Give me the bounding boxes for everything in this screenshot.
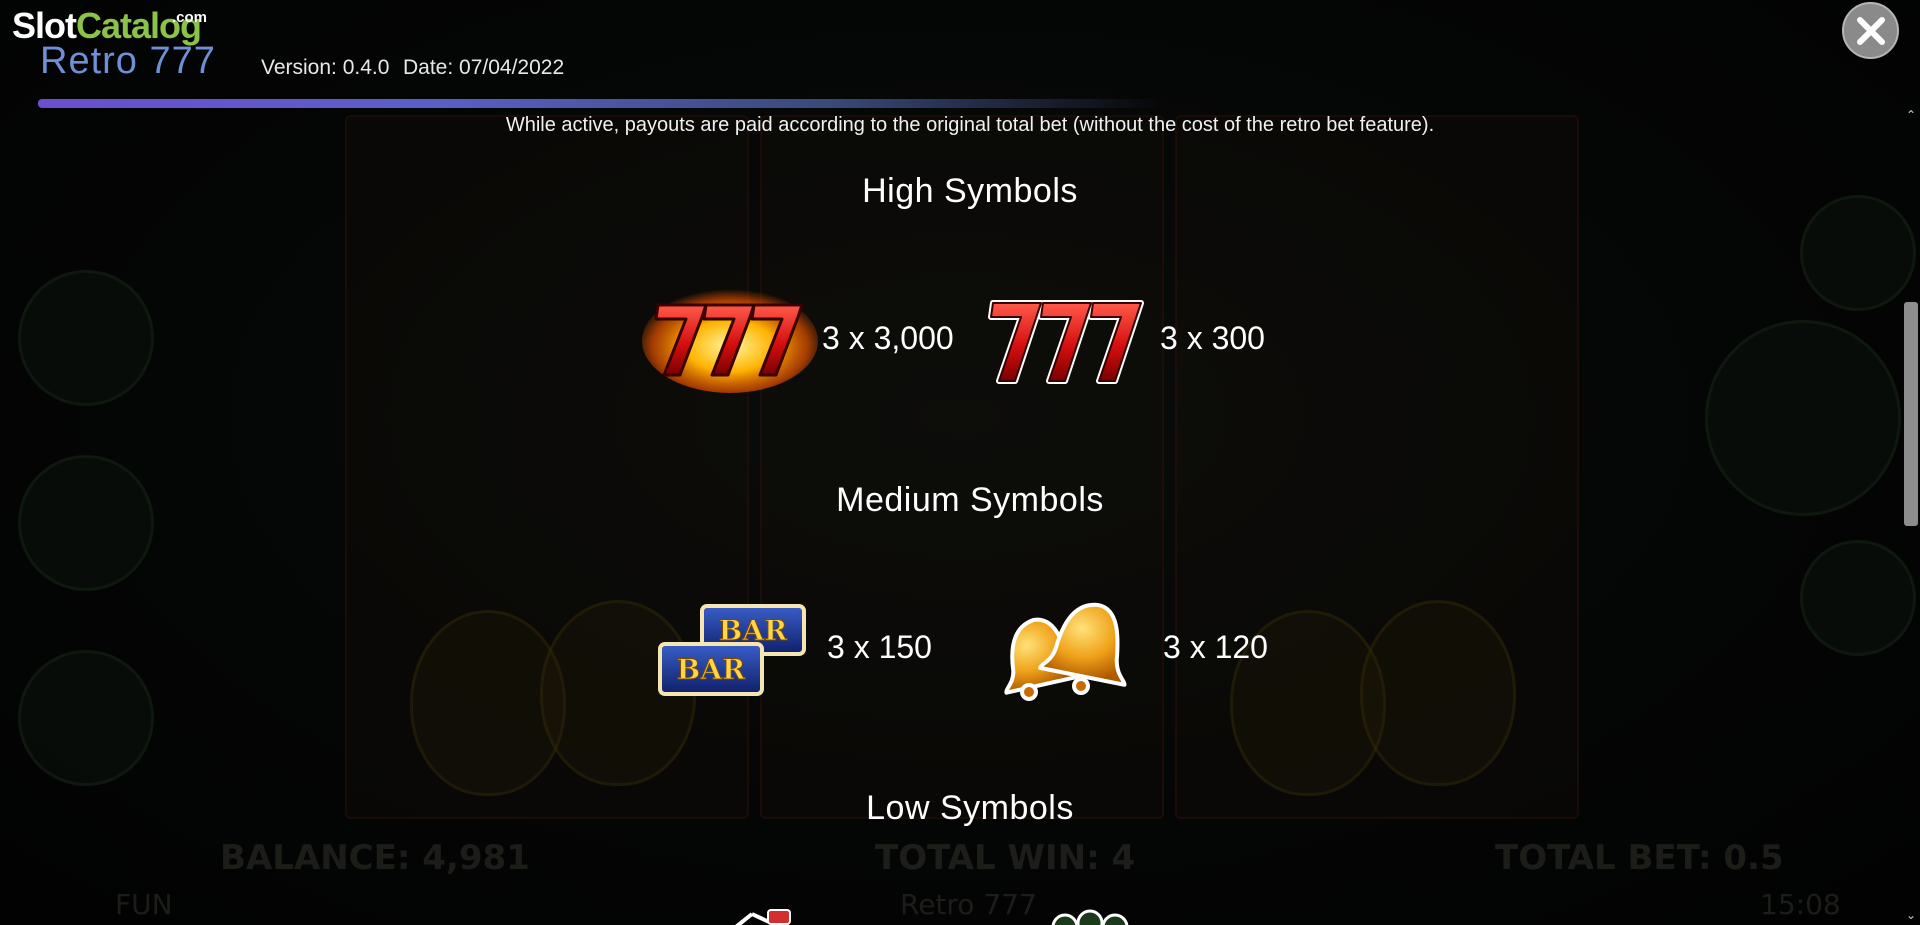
close-button[interactable]	[1842, 2, 1899, 59]
background-clock: 15:08	[1760, 888, 1841, 921]
game-title: Retro 777	[40, 40, 216, 82]
background-reel-center	[760, 115, 1164, 819]
background-total-bet: TOTAL BET: 0.5	[1495, 838, 1784, 878]
retro-bet-note: While active, payouts are paid according…	[505, 114, 1435, 136]
logo-com-text: .com	[172, 9, 208, 26]
red-777-payout: 3 x 300	[1160, 320, 1265, 356]
date-label: Date: 07/04/2022	[403, 56, 565, 79]
low-symbols-title: Low Symbols	[866, 789, 1074, 827]
close-icon	[1856, 16, 1885, 45]
svg-text:BAR: BAR	[677, 653, 746, 686]
medium-symbols-title: Medium Symbols	[836, 481, 1104, 519]
background-lemon	[1360, 600, 1516, 786]
double-bar-payout: 3 x 150	[827, 629, 932, 665]
scroll-down-arrow-icon[interactable]: ⌄	[1903, 908, 1919, 922]
double-bar-icon: BAR BAR	[656, 602, 808, 698]
background-total-win: TOTAL WIN: 4	[875, 838, 1136, 878]
bells-icon	[993, 598, 1143, 703]
red-777-icon	[985, 295, 1145, 390]
cherries-icon	[712, 908, 812, 925]
background-help-button	[18, 270, 154, 406]
fire-777-icon	[640, 283, 820, 393]
background-game: BALANCE: 4,981 TOTAL WIN: 4 TOTAL BET: 0…	[0, 0, 1920, 925]
background-settings-button	[18, 455, 154, 591]
bells-payout: 3 x 120	[1163, 629, 1268, 665]
grapes-icon	[1035, 905, 1145, 925]
background-bet-button	[1800, 540, 1916, 656]
header-divider	[38, 99, 1163, 108]
background-autoplay-button	[1800, 195, 1916, 311]
background-sound-button	[18, 650, 154, 786]
background-balance: BALANCE: 4,981	[220, 838, 530, 878]
fire-777-payout: 3 x 3,000	[822, 320, 954, 356]
background-title: Retro 777	[900, 888, 1037, 921]
version-label: Version: 0.4.0	[261, 56, 390, 79]
high-symbols-title: High Symbols	[862, 172, 1078, 210]
slotcatalog-logo: SlotCatalog .com	[12, 8, 207, 44]
background-mode: FUN	[115, 888, 173, 921]
